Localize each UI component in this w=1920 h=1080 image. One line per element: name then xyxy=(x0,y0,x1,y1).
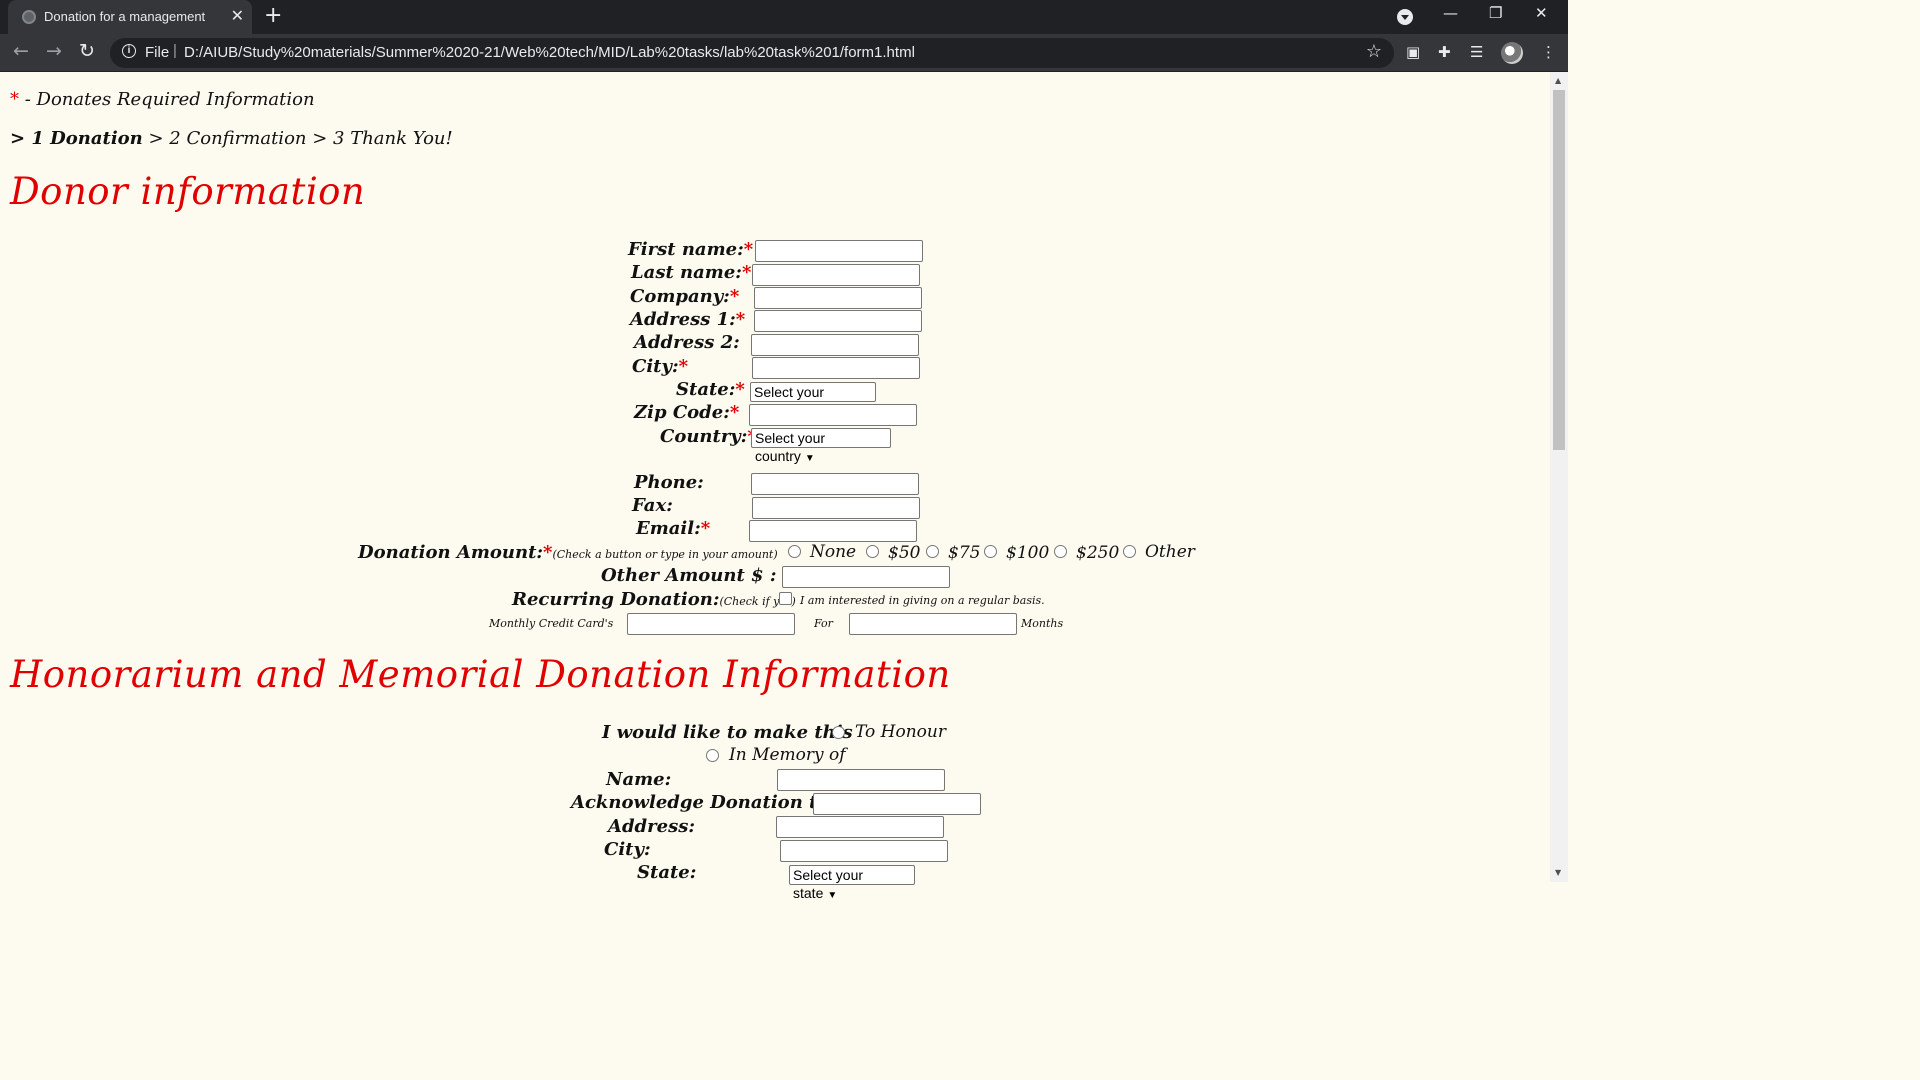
page-content: * - Donates Required Information > 1 Don… xyxy=(0,72,1550,901)
company-input[interactable] xyxy=(754,287,922,309)
scroll-up-icon[interactable]: ▲ xyxy=(1555,76,1561,85)
amount-option-label: $100 xyxy=(1006,543,1050,563)
hon-city-label: City: xyxy=(604,839,651,860)
url-scheme: File xyxy=(145,44,170,61)
recurring-checkbox-text: I am interested in giving on a regular b… xyxy=(800,594,1045,607)
chevron-down-icon: ▼ xyxy=(804,453,815,464)
page-favicon-icon xyxy=(22,10,36,24)
country-select[interactable]: Select your country ▼ xyxy=(751,428,891,464)
tab-search-icon[interactable] xyxy=(1397,9,1413,25)
amount-option-label: $50 xyxy=(888,543,921,563)
company-label: Company:* xyxy=(630,286,740,307)
phone-input[interactable] xyxy=(751,473,919,495)
monthly-credit-label: Monthly Credit Card's xyxy=(489,617,614,630)
back-arrow-icon[interactable]: ← xyxy=(13,40,29,62)
address1-label: Address 1:* xyxy=(630,309,746,330)
hon-name-label: Name: xyxy=(606,769,672,790)
address2-input[interactable] xyxy=(751,334,919,356)
amount-none-radio[interactable] xyxy=(788,545,801,558)
to-honour-label: To Honour xyxy=(855,722,946,742)
amount-option-label: None xyxy=(810,542,857,562)
email-input[interactable] xyxy=(749,520,917,542)
bookmark-star-icon[interactable]: ☆ xyxy=(1366,41,1382,62)
to-honour-radio[interactable] xyxy=(832,726,845,739)
hon-state-label: State: xyxy=(637,862,697,883)
amount-option-label: Other xyxy=(1145,542,1195,562)
phone-label: Phone: xyxy=(634,472,704,493)
months-input[interactable] xyxy=(849,613,1017,635)
menu-kebab-icon[interactable]: ⋮ xyxy=(1541,43,1556,61)
required-info-note: * - Donates Required Information xyxy=(10,89,315,110)
scroll-down-icon[interactable]: ▼ xyxy=(1555,868,1561,877)
hon-address-input[interactable] xyxy=(776,816,944,838)
donation-amount-label: Donation Amount:*(Check a button or type… xyxy=(358,542,778,563)
fax-label: Fax: xyxy=(632,495,673,516)
first-name-label: First name:* xyxy=(628,239,754,260)
amount-option-label: $75 xyxy=(948,543,981,563)
state-label: State:* xyxy=(676,379,745,400)
hon-name-input[interactable] xyxy=(777,769,945,791)
restore-button[interactable]: ❐ xyxy=(1489,4,1502,22)
amount-250-radio[interactable] xyxy=(1054,545,1067,558)
browser-toolbar: ← → ↻ i File | D:/AIUB/Study%20materials… xyxy=(0,34,1568,72)
donor-information-heading: Donor information xyxy=(10,170,366,213)
hon-address-label: Address: xyxy=(608,816,695,837)
url-separator: | xyxy=(173,42,177,59)
reload-icon[interactable]: ↻ xyxy=(79,40,95,62)
chevron-down-icon: ▼ xyxy=(827,890,838,901)
honorarium-heading: Honorarium and Memorial Donation Informa… xyxy=(10,653,951,696)
extension-icon[interactable]: ▣ xyxy=(1406,43,1420,61)
zip-label: Zip Code:* xyxy=(634,402,740,423)
first-name-input[interactable] xyxy=(755,240,923,262)
tab-close-icon[interactable]: ✕ xyxy=(231,6,244,26)
new-tab-button[interactable]: + xyxy=(264,3,282,28)
recurring-checkbox[interactable] xyxy=(779,592,792,605)
address1-input[interactable] xyxy=(754,310,922,332)
window-close-button[interactable]: ✕ xyxy=(1535,4,1548,22)
site-info-icon[interactable]: i xyxy=(122,44,136,58)
browser-tab-bar: Donation for a management ✕ + — ❐ ✕ xyxy=(0,0,1568,34)
acknowledge-input[interactable] xyxy=(813,793,981,815)
for-label: For xyxy=(814,617,833,630)
profile-avatar[interactable] xyxy=(1501,42,1523,64)
last-name-input[interactable] xyxy=(752,264,920,286)
zip-input[interactable] xyxy=(749,404,917,426)
other-amount-label: Other Amount $ : xyxy=(601,565,777,586)
amount-other-radio[interactable] xyxy=(1123,545,1136,558)
hon-city-input[interactable] xyxy=(780,840,948,862)
in-memory-label: In Memory of xyxy=(729,745,846,765)
hon-state-select[interactable]: Select your state ▼ xyxy=(789,865,915,901)
country-label: Country:* xyxy=(660,426,757,447)
tab-title: Donation for a management xyxy=(44,9,206,24)
browser-tab[interactable]: Donation for a management ✕ xyxy=(8,0,252,34)
email-label: Email:* xyxy=(636,518,711,539)
make-this-label: I would like to make this xyxy=(602,722,853,743)
scrollbar-thumb[interactable] xyxy=(1553,90,1565,450)
amount-50-radio[interactable] xyxy=(866,545,879,558)
amount-100-radio[interactable] xyxy=(984,545,997,558)
city-input[interactable] xyxy=(752,357,920,379)
amount-option-label: $250 xyxy=(1076,543,1120,563)
address2-label: Address 2: xyxy=(634,332,740,353)
extensions-puzzle-icon[interactable]: ✚ xyxy=(1438,43,1451,61)
monthly-credit-input[interactable] xyxy=(627,613,795,635)
recurring-donation-label: Recurring Donation:(Check if yes) xyxy=(512,589,796,610)
amount-75-radio[interactable] xyxy=(926,545,939,558)
other-amount-input[interactable] xyxy=(782,566,950,588)
state-select[interactable]: Select your state▼ xyxy=(750,382,876,418)
acknowledge-label: Acknowledge Donation to: xyxy=(571,792,837,813)
fax-input[interactable] xyxy=(752,497,920,519)
address-bar[interactable]: i File | D:/AIUB/Study%20materials/Summe… xyxy=(110,38,1394,68)
url-text[interactable]: D:/AIUB/Study%20materials/Summer%2020-21… xyxy=(184,44,915,61)
reading-list-icon[interactable]: ☰ xyxy=(1470,43,1483,61)
city-label: City:* xyxy=(632,356,689,377)
minimize-button[interactable]: — xyxy=(1443,4,1458,22)
months-label: Months xyxy=(1021,617,1064,630)
forward-arrow-icon[interactable]: → xyxy=(46,40,62,62)
last-name-label: Last name:* xyxy=(631,262,752,283)
in-memory-radio[interactable] xyxy=(706,749,719,762)
current-step: 1 Donation xyxy=(31,128,143,149)
progress-steps: > 1 Donation > 2 Confirmation > 3 Thank … xyxy=(10,128,453,149)
